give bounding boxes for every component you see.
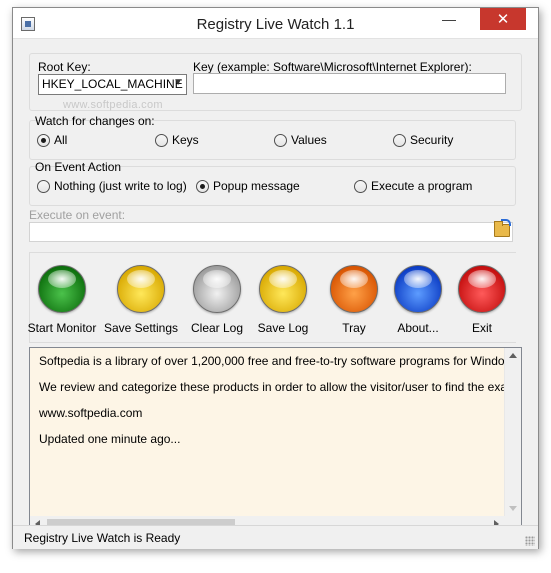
open-folder-icon[interactable] [494,219,511,237]
radio-label: All [54,133,68,147]
log-textbox[interactable]: Softpedia is a library of over 1,200,000… [29,347,522,533]
save-settings-button[interactable]: Save Settings [101,265,181,335]
start-monitor-label: Start Monitor [27,321,97,335]
close-button[interactable]: ✕ [480,8,526,30]
on-event-label: On Event Action [35,160,122,174]
radio-label: Popup message [213,179,300,193]
main-window: Registry Live Watch 1.1 — ✕ Root Key: HK… [12,7,539,549]
yellow-orb-icon[interactable] [117,265,165,313]
log-content[interactable]: Softpedia is a library of over 1,200,000… [30,348,504,516]
start-monitor-button[interactable]: Start Monitor [22,265,102,335]
title-bar[interactable]: Registry Live Watch 1.1 — ✕ [13,8,538,39]
radio-dot[interactable] [37,179,50,193]
radio-dot[interactable] [37,133,50,147]
watermark: www.softpedia.com [63,99,163,111]
minimize-button[interactable]: — [435,8,463,30]
root-key-selected-value: HKEY_LOCAL_MACHINE [42,77,183,91]
radio-label: Nothing (just write to log) [54,179,187,193]
exit-label: Exit [471,321,492,335]
key-input[interactable] [193,73,506,94]
blue-orb-icon[interactable] [394,265,442,313]
yellow-orb-icon[interactable] [259,265,307,313]
radio-watch-security[interactable]: Security [393,133,453,147]
exit-button[interactable]: Exit [442,265,522,335]
radio-action-execute[interactable]: Execute a program [354,179,472,193]
key-label: Key (example: Software\Microsoft\Interne… [193,60,472,74]
save-log-label: Save Log [257,321,309,335]
radio-watch-all[interactable]: All [37,133,67,147]
radio-action-popup[interactable]: Popup message [196,179,300,193]
scroll-down-icon[interactable] [509,506,517,511]
radio-label: Security [410,133,454,147]
status-bar: Registry Live Watch is Ready [13,525,538,549]
chevron-down-icon[interactable]: ▼ [173,77,183,88]
radio-watch-values[interactable]: Values [274,133,327,147]
gray-orb-icon[interactable] [193,265,241,313]
log-line: Updated one minute ago... [39,432,181,446]
radio-dot[interactable] [196,179,209,193]
orange-orb-icon[interactable] [330,265,378,313]
save-settings-label: Save Settings [103,321,179,335]
radio-dot[interactable] [393,133,406,147]
red-orb-icon[interactable] [458,265,506,313]
log-line: Softpedia is a library of over 1,200,000… [39,354,504,368]
radio-dot[interactable] [155,133,168,147]
execute-label: Execute on event: [29,208,126,222]
radio-action-nothing[interactable]: Nothing (just write to log) [37,179,187,193]
save-log-button[interactable]: Save Log [243,265,323,335]
watch-label: Watch for changes on: [35,114,155,128]
radio-watch-keys[interactable]: Keys [155,133,199,147]
log-line: We review and categorize these products … [39,380,504,394]
vertical-scrollbar[interactable] [504,348,521,516]
radio-label: Execute a program [371,179,473,193]
scroll-up-icon[interactable] [509,353,517,358]
green-orb-icon[interactable] [38,265,86,313]
radio-label: Keys [172,133,199,147]
log-line: www.softpedia.com [39,406,143,420]
root-key-label: Root Key: [38,60,91,74]
radio-dot[interactable] [274,133,287,147]
status-text: Registry Live Watch is Ready [24,531,181,545]
execute-input[interactable] [29,222,513,242]
resize-grip-icon[interactable] [525,536,535,546]
radio-dot[interactable] [354,179,367,193]
root-key-select[interactable]: HKEY_LOCAL_MACHINE ▼ [38,74,187,95]
radio-label: Values [291,133,327,147]
